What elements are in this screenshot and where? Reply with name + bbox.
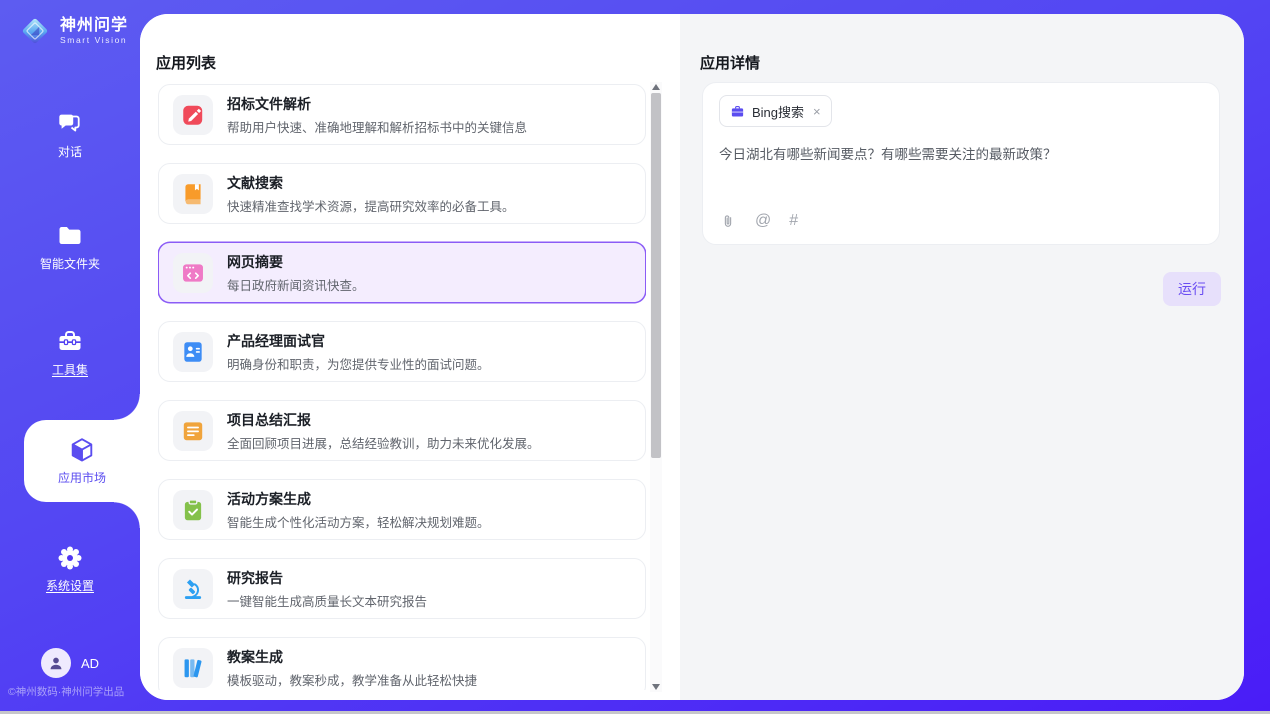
app-card[interactable]: 研究报告 一键智能生成高质量长文本研究报告 (158, 558, 646, 619)
app-icon-tile (173, 411, 213, 451)
app-card-desc: 帮助用户快速、准确地理解和解析招标书中的关键信息 (227, 117, 527, 136)
sidebar-item-chat[interactable]: 对话 (0, 110, 140, 160)
folder-icon (56, 222, 84, 250)
app-card-desc: 模板驱动，教案秒成，教学准备从此轻松快捷 (227, 670, 477, 689)
chip-close-icon[interactable]: × (813, 104, 821, 119)
app-card-desc: 快速精准查找学术资源，提高研究效率的必备工具。 (227, 196, 515, 215)
sidebar-item-settings[interactable]: 系统设置 (0, 544, 140, 594)
prompt-text[interactable]: 今日湖北有哪些新闻要点？有哪些需要关注的最新政策？ (719, 145, 1203, 165)
avatar[interactable] (41, 648, 71, 678)
app-card[interactable]: 项目总结汇报 全面回顾项目进展，总结经验教训，助力未来优化发展。 (158, 400, 646, 461)
microscope-icon (180, 576, 206, 602)
tool-chip-bing-search[interactable]: Bing搜索 × (719, 95, 832, 127)
app-card-desc: 一键智能生成高质量长文本研究报告 (227, 591, 427, 610)
at-icon[interactable]: @ (755, 213, 771, 229)
clipboard-check-icon (180, 497, 206, 523)
app-list-title: 应用列表 (156, 52, 216, 73)
app-card[interactable]: 教案生成 模板驱动，教案秒成，教学准备从此轻松快捷 (158, 637, 646, 690)
scrollbar-thumb[interactable] (651, 93, 661, 458)
tool-chip-label: Bing搜索 (752, 102, 804, 121)
sidebar-nav: 对话 智能文件夹 工具集 应用市场 系统设置 (0, 0, 140, 714)
sidebar: 神州问学 Smart Vision 对话 智能文件夹 工具集 应用市场 系统设置… (0, 0, 140, 714)
app-icon-tile (173, 332, 213, 372)
scroll-down-arrow[interactable] (652, 684, 660, 690)
app-icon-tile (173, 253, 213, 293)
list-scrollbar[interactable] (650, 82, 662, 692)
app-card-title: 网页摘要 (227, 252, 365, 272)
briefcase-icon (730, 104, 745, 119)
app-card-title: 活动方案生成 (227, 489, 490, 509)
prompt-toolbar: @ # (719, 212, 798, 230)
app-card-title: 研究报告 (227, 568, 427, 588)
sidebar-item-smart-folders[interactable]: 智能文件夹 (0, 222, 140, 272)
sidebar-item-app-market[interactable]: 应用市场 (24, 420, 140, 502)
chat-icon (56, 110, 84, 138)
app-icon-tile (173, 174, 213, 214)
run-button[interactable]: 运行 (1163, 272, 1221, 306)
app-detail-title: 应用详情 (700, 52, 760, 73)
gear-icon (56, 544, 84, 572)
app-card[interactable]: 招标文件解析 帮助用户快速、准确地理解和解析招标书中的关键信息 (158, 84, 646, 145)
edit-doc-icon (180, 102, 206, 128)
paperclip-icon[interactable] (719, 212, 737, 230)
copyright-footer: ©神州数码·神州问学出品 (8, 684, 140, 699)
app-card[interactable]: 网页摘要 每日政府新闻资讯快查。 (158, 242, 646, 303)
app-icon-tile (173, 490, 213, 530)
app-card[interactable]: 活动方案生成 智能生成个性化活动方案，轻松解决规划难题。 (158, 479, 646, 540)
app-card[interactable]: 文献搜索 快速精准查找学术资源，提高研究效率的必备工具。 (158, 163, 646, 224)
app-card-title: 项目总结汇报 (227, 410, 540, 430)
hash-icon[interactable]: # (789, 213, 798, 229)
app-detail-panel: 应用详情 Bing搜索 × 今日湖北有哪些新闻要点？有哪些需要关注的最新政策？ … (680, 14, 1244, 700)
scroll-up-arrow[interactable] (652, 84, 660, 90)
main-content: 应用列表 招标文件解析 帮助用户快速、准确地理解和解析招标书中的关键信息 文献搜… (140, 14, 1244, 700)
book-icon (180, 181, 206, 207)
app-card-list: 招标文件解析 帮助用户快速、准确地理解和解析招标书中的关键信息 文献搜索 快速精… (158, 84, 646, 690)
app-window: { "brand": { "name": "神州问学", "tagline": … (0, 0, 1270, 714)
app-card-title: 文献搜索 (227, 173, 515, 193)
user-initials: AD (81, 656, 99, 671)
report-note-icon (180, 418, 206, 444)
app-list-panel: 应用列表 招标文件解析 帮助用户快速、准确地理解和解析招标书中的关键信息 文献搜… (140, 14, 680, 700)
person-icon (46, 653, 66, 673)
app-card[interactable]: 产品经理面试官 明确身份和职责，为您提供专业性的面试问题。 (158, 321, 646, 382)
sidebar-item-toolset[interactable]: 工具集 (0, 328, 140, 378)
app-icon-tile (173, 569, 213, 609)
app-card-title: 产品经理面试官 (227, 331, 490, 351)
app-icon-tile (173, 648, 213, 688)
app-card-desc: 全面回顾项目进展，总结经验教训，助力未来优化发展。 (227, 433, 540, 452)
app-card-desc: 智能生成个性化活动方案，轻松解决规划难题。 (227, 512, 490, 531)
app-icon-tile (173, 95, 213, 135)
app-card-desc: 每日政府新闻资讯快查。 (227, 275, 365, 294)
toolbox-icon (56, 328, 84, 356)
prompt-card: Bing搜索 × 今日湖北有哪些新闻要点？有哪些需要关注的最新政策？ @ # (702, 82, 1220, 245)
interview-icon (180, 339, 206, 365)
app-card-title: 教案生成 (227, 647, 477, 667)
app-card-title: 招标文件解析 (227, 94, 527, 114)
user-row[interactable]: AD (0, 648, 140, 678)
app-card-desc: 明确身份和职责，为您提供专业性的面试问题。 (227, 354, 490, 373)
cube-icon (68, 436, 96, 464)
books-icon (180, 655, 206, 681)
browser-code-icon (180, 260, 206, 286)
